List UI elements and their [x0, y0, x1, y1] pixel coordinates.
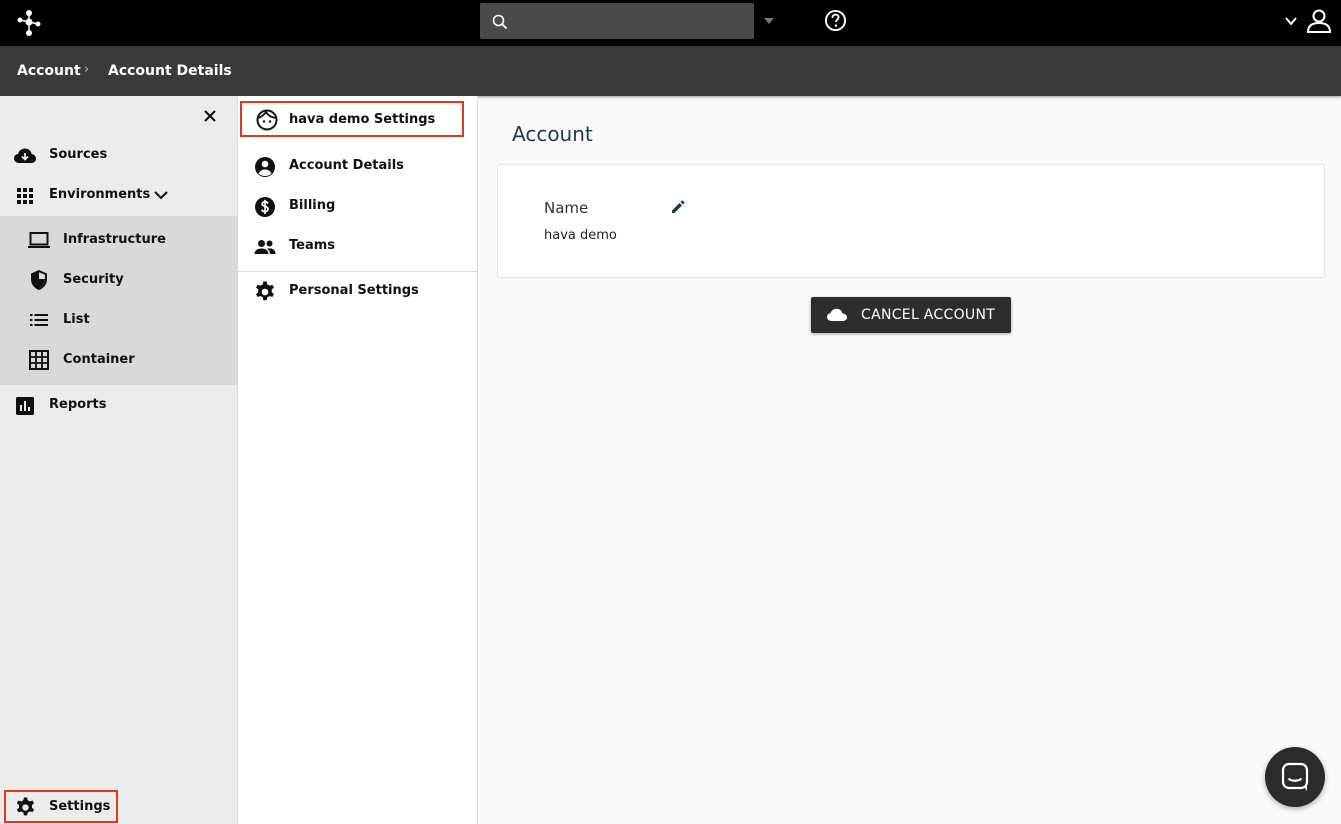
search-input[interactable] [520, 3, 745, 39]
account-circle-icon [255, 157, 275, 177]
menu-item-teams[interactable]: Teams [238, 226, 477, 266]
main-content: Account Name hava demo CANCEL ACCOUNT [478, 96, 1341, 824]
grid-icon [17, 188, 33, 204]
menu-item-label: Billing [289, 198, 336, 213]
sidebar-item-label: Settings [49, 799, 111, 814]
environments-submenu: Infrastructure Security List Container [0, 216, 237, 385]
menu-item-label: hava demo Settings [289, 112, 436, 127]
sidebar-item-label: List [63, 312, 90, 327]
list-icon [30, 314, 48, 326]
sidebar-item-list[interactable]: List [0, 300, 237, 340]
cancel-account-button[interactable]: CANCEL ACCOUNT [811, 297, 1011, 333]
menu-item-label: Account Details [289, 158, 404, 173]
name-value: hava demo [544, 228, 617, 243]
menu-item-hava-demo-settings[interactable]: hava demo Settings [240, 101, 464, 137]
chat-icon [1281, 762, 1309, 791]
sidebar-item-label: Reports [49, 397, 107, 412]
close-icon[interactable] [200, 106, 220, 126]
menu-item-personal-settings[interactable]: Personal Settings [238, 271, 477, 311]
gear-icon [16, 797, 35, 816]
page-title: Account [512, 122, 593, 146]
cancel-account-label: CANCEL ACCOUNT [861, 307, 996, 323]
hava-logo-icon[interactable] [14, 8, 44, 38]
search-dropdown-icon[interactable] [762, 16, 776, 26]
name-label: Name [544, 199, 589, 217]
menu-item-billing[interactable]: Billing [238, 186, 477, 226]
chat-launcher-button[interactable] [1265, 747, 1325, 807]
cloud-download-icon [14, 148, 36, 163]
sidebar-item-label: Infrastructure [63, 232, 166, 247]
dollar-circle-icon [255, 197, 275, 217]
sidebar-item-label: Container [63, 352, 135, 367]
gear-icon [256, 281, 274, 301]
breadcrumb-item-account[interactable]: Account [17, 63, 81, 79]
sidebar-item-infrastructure[interactable]: Infrastructure [0, 220, 237, 260]
breadcrumb-item-account-details[interactable]: Account Details [108, 63, 232, 79]
sidebar-item-label: Environments [49, 187, 151, 202]
account-card: Name hava demo [497, 164, 1325, 278]
sidebar-item-security[interactable]: Security [0, 260, 237, 300]
sidebar-item-container[interactable]: Container [0, 340, 237, 380]
pencil-icon[interactable] [670, 199, 686, 215]
container-grid-icon [29, 350, 49, 370]
cloud-icon [827, 308, 847, 321]
sidebar-item-environments[interactable]: Environments [0, 175, 237, 215]
search-box[interactable] [480, 3, 754, 39]
sidebar-item-label: Sources [49, 147, 108, 162]
menu-item-account-details[interactable]: Account Details [238, 146, 477, 186]
menu-item-label: Personal Settings [289, 283, 419, 298]
sidebar-item-reports[interactable]: Reports [0, 385, 237, 425]
people-icon [254, 240, 276, 254]
face-icon [256, 109, 278, 131]
shield-icon [31, 270, 47, 290]
top-bar [0, 0, 1341, 46]
bar-chart-icon [16, 397, 34, 415]
chevron-down-icon[interactable] [153, 187, 169, 203]
chevron-down-icon[interactable] [1284, 14, 1298, 28]
sidebar: Sources Environments Infrastructure Secu… [0, 96, 238, 824]
breadcrumb: Account › Account Details [0, 46, 1341, 96]
breadcrumb-separator: › [84, 62, 90, 77]
settings-menu: hava demo Settings Account Details Billi… [238, 96, 478, 824]
sidebar-item-sources[interactable]: Sources [0, 135, 237, 175]
search-icon [492, 14, 508, 30]
user-icon[interactable] [1306, 8, 1332, 34]
menu-item-label: Teams [289, 238, 336, 253]
sidebar-item-label: Security [63, 272, 124, 287]
help-circle-icon[interactable] [824, 9, 847, 32]
laptop-icon [28, 232, 50, 248]
sidebar-item-settings[interactable]: Settings [4, 790, 118, 823]
